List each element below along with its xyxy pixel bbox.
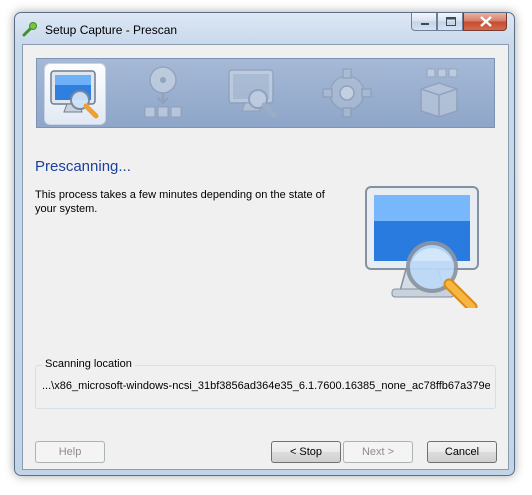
cancel-button[interactable]: Cancel xyxy=(427,441,497,463)
prescan-illustration xyxy=(362,183,487,313)
close-button[interactable] xyxy=(463,13,507,31)
minimize-button[interactable] xyxy=(411,13,437,31)
scanning-location-path: ...\x86_microsoft-windows-ncsi_31bf3856a… xyxy=(42,380,490,392)
package-box-icon xyxy=(420,68,458,118)
maximize-button[interactable] xyxy=(437,13,463,31)
maximize-icon xyxy=(446,17,456,26)
dialog-client-area: Prescanning... This process takes a few … xyxy=(22,44,509,470)
setup-capture-window: Setup Capture - Prescan Prescanning... T… xyxy=(14,12,515,476)
minimize-icon xyxy=(421,23,429,25)
monitor-magnifier-icon xyxy=(228,69,277,118)
wizard-step-banner xyxy=(36,58,495,128)
gear-icon xyxy=(322,68,372,118)
step-configure xyxy=(317,63,379,125)
next-button[interactable]: Next > xyxy=(343,441,413,463)
monitor-magnifier-icon xyxy=(365,186,479,313)
page-description: This process takes a few minutes dependi… xyxy=(35,189,325,215)
monitor-magnifier-icon xyxy=(50,70,99,119)
app-logo-icon xyxy=(22,21,38,37)
close-icon xyxy=(480,16,492,27)
caption-buttons xyxy=(411,13,507,33)
scanning-location-group: Scanning location ...\x86_microsoft-wind… xyxy=(35,358,496,409)
disc-install-icon xyxy=(144,66,182,118)
help-button[interactable]: Help xyxy=(35,441,105,463)
step-postscan xyxy=(223,63,285,125)
page-heading: Prescanning... xyxy=(35,158,131,175)
scanning-location-label: Scanning location xyxy=(42,358,135,370)
step-install xyxy=(133,63,195,125)
window-title: Setup Capture - Prescan xyxy=(45,23,178,37)
title-bar[interactable]: Setup Capture - Prescan xyxy=(15,13,514,45)
step-prescan xyxy=(44,63,106,125)
step-build-package xyxy=(409,63,471,125)
stop-button[interactable]: < Stop xyxy=(271,441,341,463)
